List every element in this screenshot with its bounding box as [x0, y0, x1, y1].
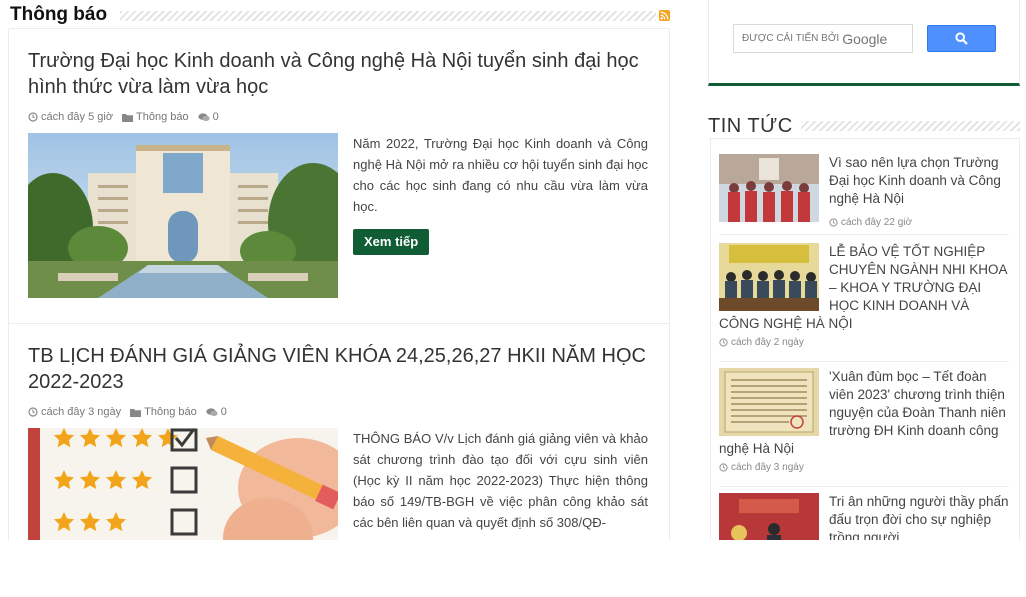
- news-item: LỄ BẢO VỆ TỐT NGHIỆP CHUYÊN NGÀNH NHI KH…: [719, 243, 1011, 348]
- clock-icon: [719, 463, 728, 472]
- clock-icon: [719, 338, 728, 347]
- news-widget-title: TIN TỨC: [708, 115, 801, 138]
- google-logo: Google: [842, 30, 888, 47]
- news-thumbnail[interactable]: [719, 243, 819, 311]
- news-time: cách đây 3 ngày: [719, 462, 1011, 473]
- news-widget-header: TIN TỨC: [708, 114, 1020, 138]
- page: Thông báo Trường Đại học Kinh doanh và C…: [0, 0, 1026, 540]
- section-title: Thông báo: [10, 4, 116, 26]
- rss-icon[interactable]: [659, 10, 670, 21]
- rating-checklist-image: [28, 428, 338, 540]
- post-thumbnail[interactable]: [28, 428, 338, 540]
- group-photo-image: [719, 154, 819, 222]
- university-building-image: [28, 133, 338, 298]
- post-title-link[interactable]: Trường Đại học Kinh doanh và Công nghệ H…: [28, 48, 650, 100]
- header-stripes: [120, 11, 656, 21]
- post-meta: cách đây 3 ngày Thông báo 0: [28, 405, 232, 419]
- graduation-photo-image: [719, 243, 819, 311]
- post-item: Trường Đại học Kinh doanh và Công nghệ H…: [28, 48, 650, 308]
- folder-icon: [122, 113, 134, 122]
- news-item: 'Xuân đùm bọc – Tết đoàn viên 2023' chươ…: [719, 368, 1011, 473]
- news-divider: [719, 486, 1009, 487]
- post-category-link[interactable]: Thông báo: [144, 406, 197, 418]
- post-comment-count[interactable]: 0: [213, 111, 219, 123]
- post-title-link[interactable]: TB LỊCH ĐÁNH GIÁ GIẢNG VIÊN KHÓA 24,25,2…: [28, 343, 650, 395]
- search-input[interactable]: ĐƯỢC CẢI TIẾN BỞI Google: [733, 24, 913, 53]
- read-more-button[interactable]: Xem tiếp: [353, 229, 430, 255]
- post-time: cách đây 3 ngày: [41, 406, 122, 418]
- post-item: TB LỊCH ĐÁNH GIÁ GIẢNG VIÊN KHÓA 24,25,2…: [28, 343, 650, 540]
- clock-icon: [829, 218, 838, 227]
- post-comment-count[interactable]: 0: [221, 406, 227, 418]
- post-thumbnail[interactable]: [28, 133, 338, 298]
- post-excerpt: Năm 2022, Trường Đại học Kinh doanh và C…: [353, 136, 648, 214]
- news-time: cách đây 2 ngày: [719, 337, 1011, 348]
- post-divider: [8, 323, 670, 324]
- clock-icon: [28, 407, 38, 417]
- news-divider: [719, 361, 1009, 362]
- clock-icon: [28, 112, 38, 122]
- news-thumbnail[interactable]: [719, 154, 819, 222]
- document-scan-image: [719, 368, 819, 436]
- comments-icon: [198, 112, 210, 121]
- news-thumbnail[interactable]: [719, 368, 819, 436]
- ceremony-photo-image: [719, 493, 819, 540]
- news-divider: [719, 234, 1009, 235]
- header-stripes: [800, 121, 1020, 131]
- news-thumbnail[interactable]: [719, 493, 819, 540]
- search-icon: [955, 32, 968, 45]
- news-time: cách đây 22 giờ: [829, 217, 912, 228]
- news-widget: Vì sao nên lựa chọn Trường Đại học Kinh …: [710, 138, 1020, 540]
- post-excerpt: THÔNG BÁO V/v Lịch đánh giá giảng viên v…: [353, 431, 648, 530]
- folder-icon: [130, 408, 142, 417]
- news-item: Vì sao nên lựa chọn Trường Đại học Kinh …: [719, 154, 1011, 228]
- search-button[interactable]: [927, 25, 996, 52]
- post-time: cách đây 5 giờ: [41, 111, 114, 123]
- search-widget: ĐƯỢC CẢI TIẾN BỞI Google: [708, 0, 1020, 86]
- section-header: Thông báo: [8, 2, 672, 28]
- search-powered-label: ĐƯỢC CẢI TIẾN BỞI: [742, 33, 840, 44]
- comments-icon: [206, 407, 218, 416]
- post-meta: cách đây 5 giờ Thông báo 0: [28, 110, 224, 124]
- post-category-link[interactable]: Thông báo: [136, 111, 189, 123]
- news-item: Tri ân những người thầy phấn đấu trọn đờ…: [719, 493, 1011, 540]
